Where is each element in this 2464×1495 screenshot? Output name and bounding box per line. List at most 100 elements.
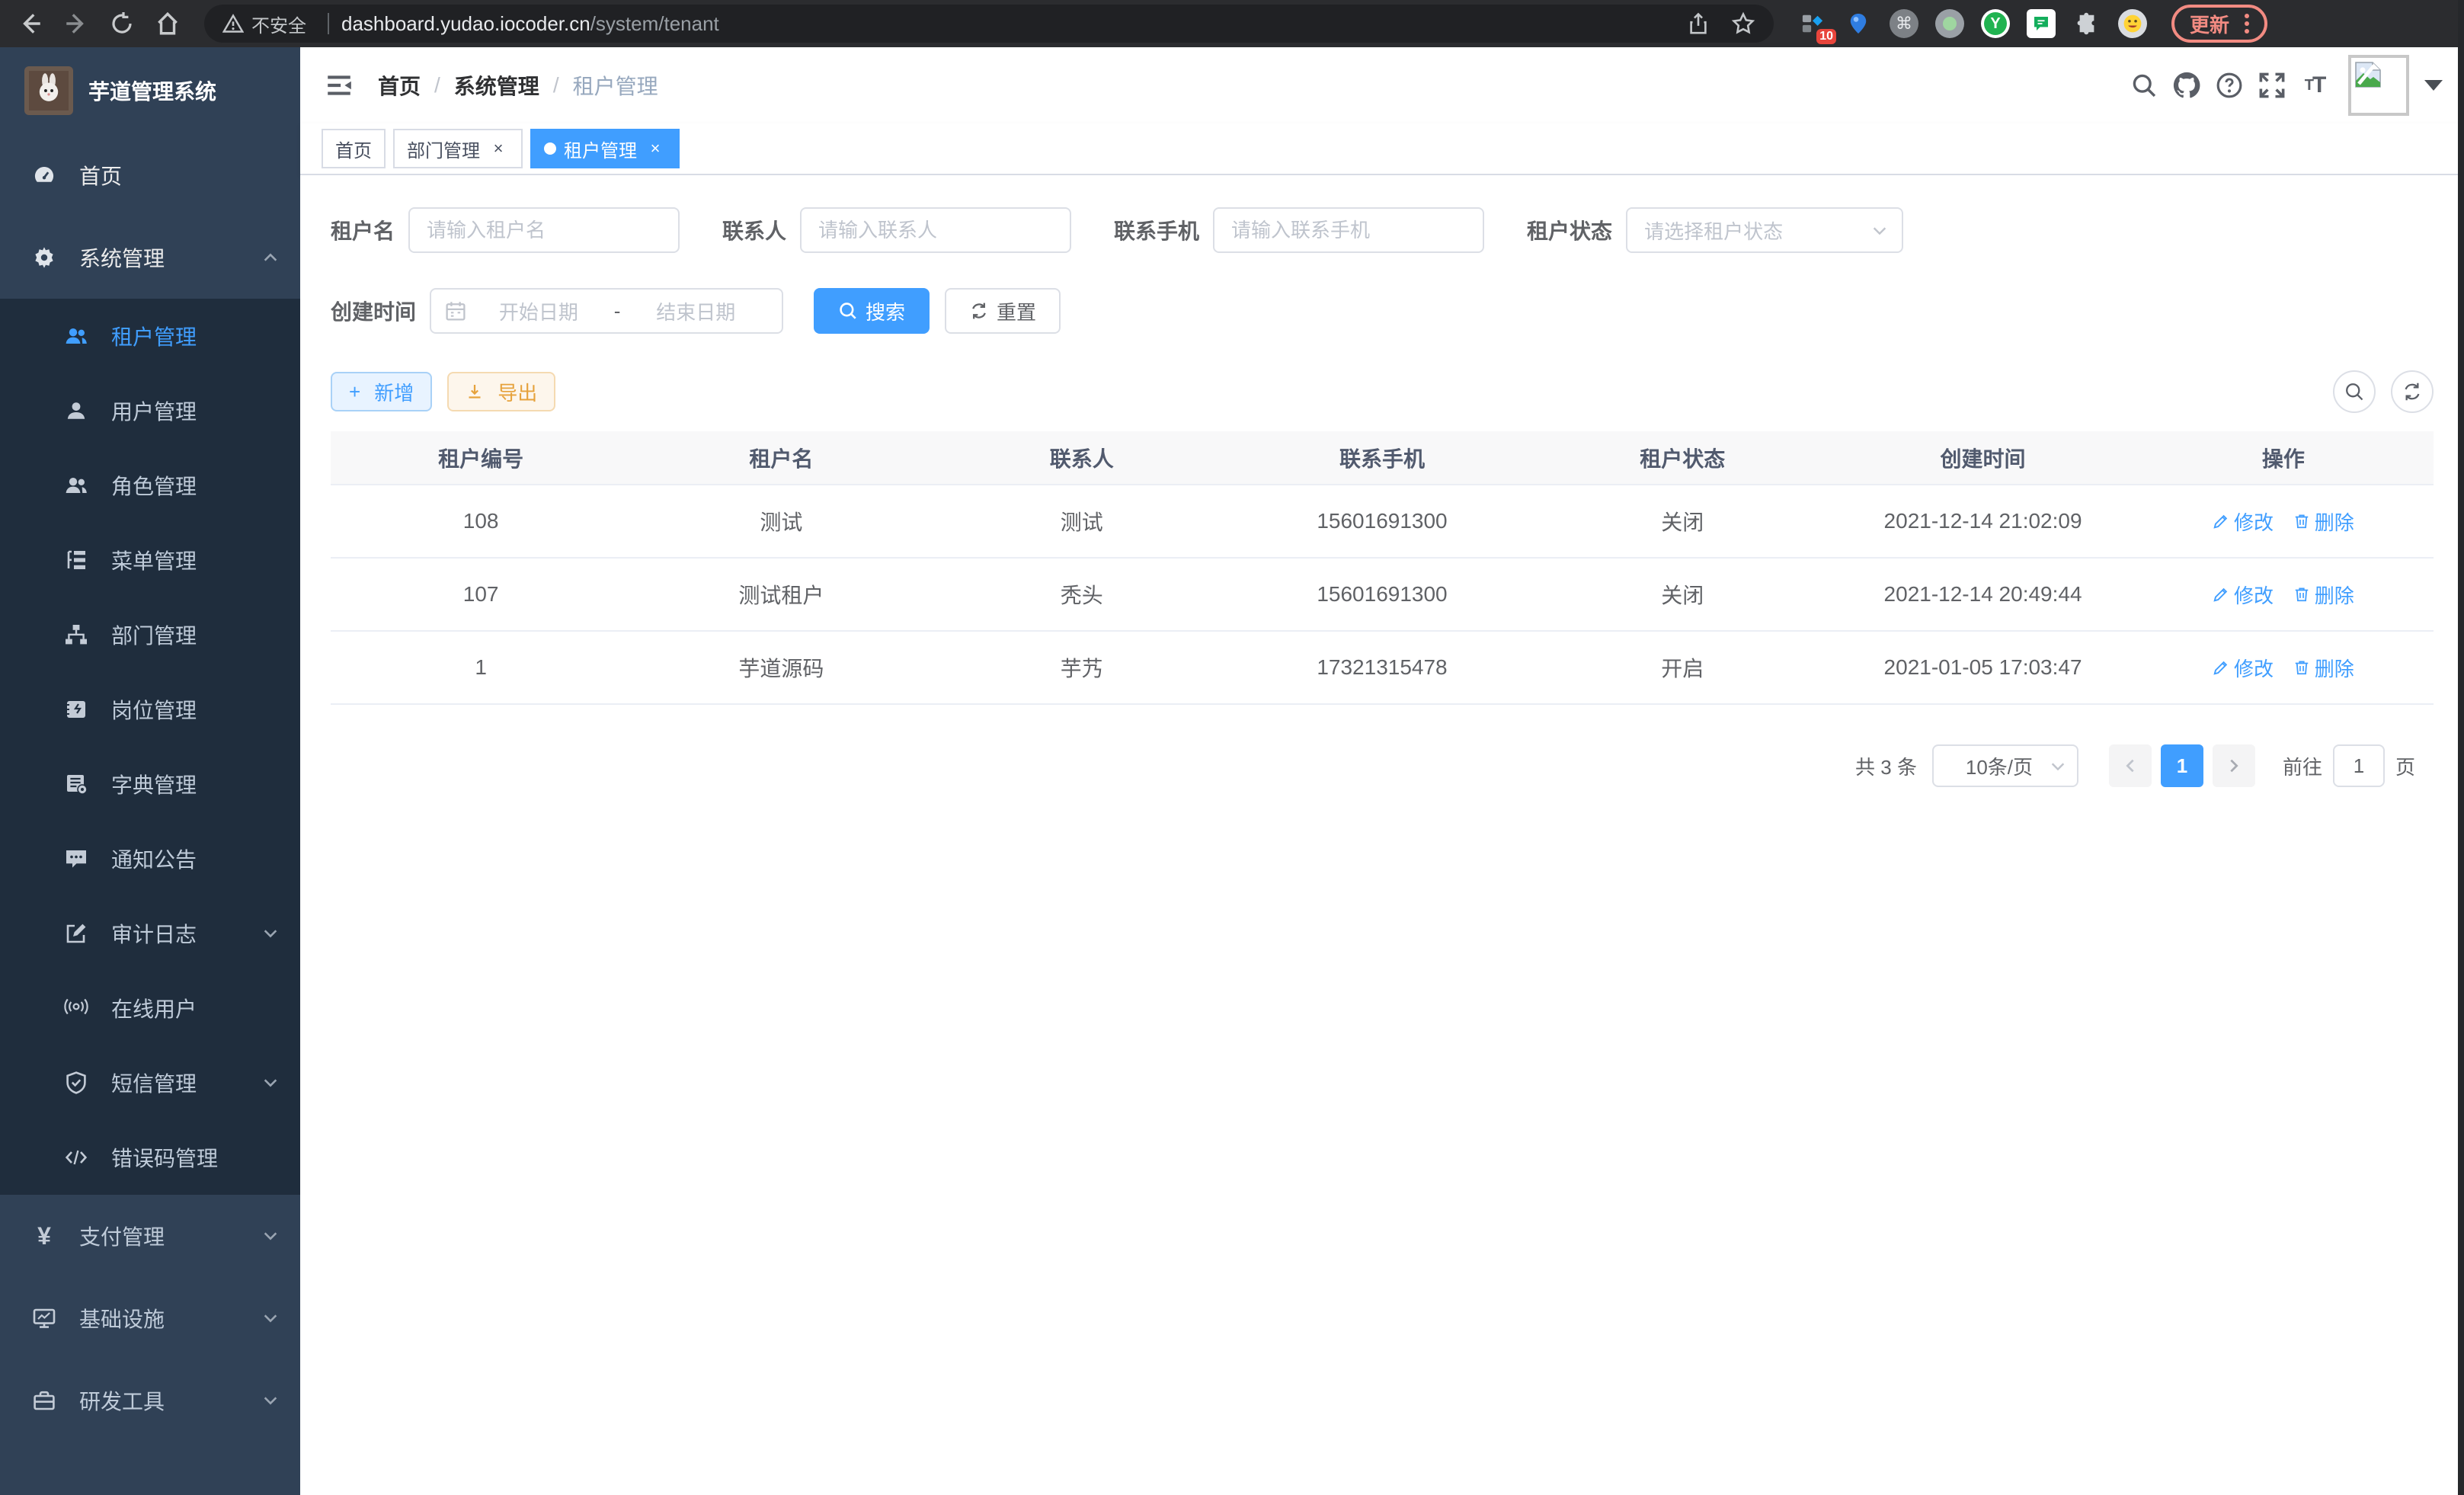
dictionary-icon <box>64 772 88 796</box>
sidebar-item-menu[interactable]: 菜单管理 <box>0 523 300 597</box>
extension-command-icon[interactable]: ⌘ <box>1890 9 1918 38</box>
dashboard-icon <box>32 163 56 187</box>
page-number-1[interactable]: 1 <box>2161 744 2203 787</box>
sidebar-toggle-icon[interactable] <box>325 71 354 100</box>
reload-icon[interactable] <box>104 5 140 42</box>
table-row: 107 测试租户 秃头 15601691300 关闭 2021-12-14 20… <box>331 558 2434 631</box>
search-button[interactable]: 搜索 <box>814 288 930 334</box>
toolbox-icon <box>32 1388 56 1413</box>
close-icon[interactable]: × <box>645 138 666 159</box>
delete-link[interactable]: 删除 <box>2293 581 2354 609</box>
fullscreen-icon[interactable] <box>2251 64 2293 107</box>
breadcrumb-section: 系统管理 <box>454 70 539 101</box>
edit-link[interactable]: 修改 <box>2213 507 2274 536</box>
back-icon[interactable] <box>12 5 49 42</box>
phone-input[interactable] <box>1213 207 1484 253</box>
tenant-name-input[interactable] <box>408 207 680 253</box>
home-icon[interactable] <box>149 5 186 42</box>
sidebar-item-role[interactable]: 角色管理 <box>0 448 300 523</box>
edit-link[interactable]: 修改 <box>2213 654 2274 682</box>
extension-recorder-icon[interactable] <box>1935 9 1964 38</box>
app-header: 首页 / 系统管理 / 租户管理 T <box>300 47 2464 123</box>
sidebar-item-notice[interactable]: 通知公告 <box>0 821 300 896</box>
page-size-select[interactable]: 10条/页 <box>1932 744 2078 787</box>
extension-pin-icon[interactable] <box>1844 9 1873 38</box>
github-icon[interactable] <box>2165 64 2208 107</box>
chevron-down-icon <box>2050 757 2066 774</box>
roles-icon <box>64 473 88 498</box>
sidebar-item-sms[interactable]: 短信管理 <box>0 1045 300 1120</box>
edit-link[interactable]: 修改 <box>2213 581 2274 609</box>
header-search-icon[interactable] <box>2123 64 2165 107</box>
extension-yudao-icon[interactable]: Y <box>1981 9 2010 38</box>
prev-page-button[interactable] <box>2109 744 2152 787</box>
tab-tenant[interactable]: 租户管理 × <box>530 129 680 168</box>
delete-link[interactable]: 删除 <box>2293 507 2354 536</box>
sidebar-item-online-users[interactable]: 在线用户 <box>0 971 300 1045</box>
avatar-dropdown-caret-icon[interactable] <box>2424 80 2443 91</box>
reset-button[interactable]: 重置 <box>945 288 1061 334</box>
close-icon[interactable]: × <box>488 138 509 159</box>
table-row: 1 芋道源码 芋艿 17321315478 开启 2021-01-05 17:0… <box>331 631 2434 704</box>
sidebar-item-dict[interactable]: 字典管理 <box>0 747 300 821</box>
sidebar-item-tenant[interactable]: 租户管理 <box>0 299 300 373</box>
help-icon[interactable] <box>2208 64 2251 107</box>
status-text: 关闭 <box>1532 558 1832 631</box>
refresh-icon <box>969 301 989 321</box>
trash-icon <box>2293 513 2310 530</box>
sidebar-item-system[interactable]: 系统管理 <box>0 216 300 299</box>
code-icon <box>64 1145 88 1170</box>
sidebar: 芋道管理系统 首页 系统管理 <box>0 47 300 1495</box>
address-bar[interactable]: 不安全 dashboard.yudao.iocoder.cn/system/te… <box>204 5 1774 43</box>
not-secure-label[interactable]: 不安全 <box>251 11 306 37</box>
col-tenant-id: 租户编号 <box>331 431 631 485</box>
export-button[interactable]: 导出 <box>447 372 555 411</box>
chevron-down-icon <box>262 925 279 942</box>
delete-link[interactable]: 删除 <box>2293 654 2354 682</box>
create-time-range-picker[interactable]: 开始日期 - 结束日期 <box>430 288 783 334</box>
gear-icon <box>32 245 56 270</box>
end-date-placeholder: 结束日期 <box>623 297 768 325</box>
add-button[interactable]: +新增 <box>331 372 432 411</box>
goto-page-input[interactable] <box>2333 744 2385 787</box>
status-select[interactable]: 请选择租户状态 <box>1626 207 1903 253</box>
sidebar-item-infra[interactable]: 基础设施 <box>0 1277 300 1359</box>
search-icon <box>838 301 858 321</box>
page-content: 租户名 联系人 联系手机 租户状态 请选择租户状态 <box>300 175 2464 1495</box>
chevron-right-icon <box>2226 757 2242 774</box>
not-secure-warning-icon <box>222 13 244 34</box>
sidebar-item-audit-log[interactable]: 审计日志 <box>0 896 300 971</box>
user-avatar[interactable] <box>2348 55 2409 116</box>
sidebar-item-error-code[interactable]: 错误码管理 <box>0 1120 300 1195</box>
browser-update-button[interactable]: 更新 <box>2171 5 2267 43</box>
page-url[interactable]: dashboard.yudao.iocoder.cn/system/tenant <box>341 12 719 36</box>
sidebar-item-dept[interactable]: 部门管理 <box>0 597 300 672</box>
user-icon <box>64 399 88 423</box>
sidebar-item-home[interactable]: 首页 <box>0 134 300 216</box>
breadcrumb-home[interactable]: 首页 <box>378 70 421 101</box>
extension-avatar-emoji-icon[interactable] <box>2118 9 2147 38</box>
refresh-table-button[interactable] <box>2391 370 2434 413</box>
bookmark-star-icon[interactable] <box>1731 11 1755 36</box>
tab-home[interactable]: 首页 <box>322 129 386 168</box>
breadcrumb-current: 租户管理 <box>573 70 658 101</box>
app-logo-row[interactable]: 芋道管理系统 <box>0 47 300 134</box>
extension-chat-icon[interactable] <box>2027 9 2056 38</box>
sidebar-item-post[interactable]: 岗位管理 <box>0 672 300 747</box>
toggle-search-button[interactable] <box>2333 370 2376 413</box>
browser-toolbar: 不安全 dashboard.yudao.iocoder.cn/system/te… <box>0 0 2464 47</box>
sidebar-item-dev-tools[interactable]: 研发工具 <box>0 1359 300 1442</box>
extension-tabs-icon[interactable]: 10 <box>1798 9 1827 38</box>
font-size-icon[interactable]: TT <box>2293 64 2336 107</box>
tab-dept[interactable]: 部门管理 × <box>393 129 523 168</box>
forward-icon[interactable] <box>58 5 94 42</box>
window-scrollbar[interactable] <box>2458 0 2464 1495</box>
browser-menu-icon[interactable] <box>2245 14 2249 34</box>
extensions-puzzle-icon[interactable] <box>2072 9 2101 38</box>
next-page-button[interactable] <box>2213 744 2255 787</box>
sidebar-item-user[interactable]: 用户管理 <box>0 373 300 448</box>
sidebar-item-payment[interactable]: ¥ 支付管理 <box>0 1195 300 1277</box>
share-icon[interactable] <box>1687 12 1710 35</box>
contact-input[interactable] <box>800 207 1071 253</box>
col-created: 创建时间 <box>1832 431 2133 485</box>
